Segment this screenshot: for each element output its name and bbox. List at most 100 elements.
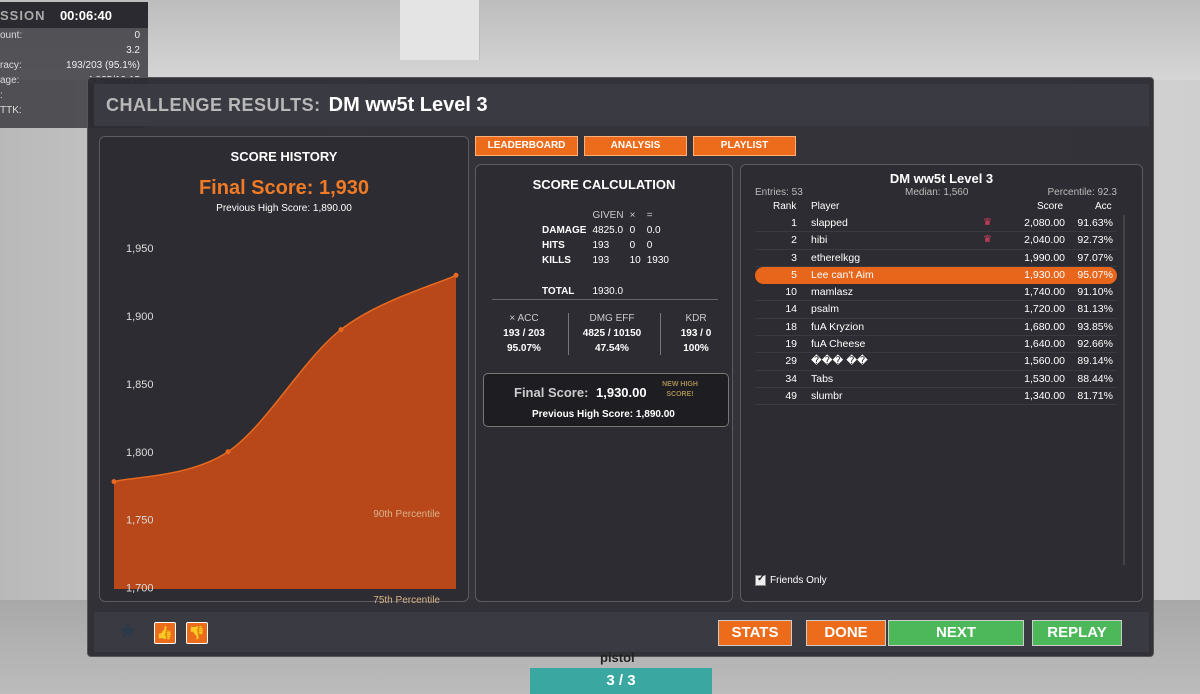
stat-kdr: KDR 193 / 0 100% (656, 313, 736, 354)
leaderboard-percentile: Percentile: 92.3 (1047, 187, 1118, 198)
replay-button[interactable]: REPLAY (1032, 620, 1122, 646)
score-calculation-panel: SCORE CALCULATION GIVEN × = DAMAGE 4825.… (475, 164, 733, 602)
session-stat-row: 3.2 (0, 43, 148, 58)
session-stat-row: racy: 193/203 (95.1%) (0, 58, 148, 73)
stat-separator (568, 313, 569, 355)
accuracy-cell: 95.07% (1077, 268, 1113, 281)
score-history-chart: 1,950 1,900 1,850 1,800 1,750 1,700 90th Perce… (111, 243, 459, 603)
leaderboard-row-current-player[interactable]: 5 Lee can't Aim 1,930.00 95.07% (755, 266, 1117, 285)
stat-percent: 47.54% (595, 343, 629, 354)
y-tick-label: 1,850 (126, 379, 154, 391)
next-button[interactable]: NEXT (888, 620, 1024, 646)
stats-button[interactable]: STATS (718, 620, 792, 646)
y-tick-label: 1,800 (126, 447, 154, 459)
rank-cell: 1 (791, 217, 797, 229)
thumbs-up-icon[interactable]: 👍 (154, 622, 176, 644)
leaderboard-row[interactable]: 34 Tabs 1,530.00 88.44% (755, 371, 1117, 388)
thumbs-down-icon[interactable]: 👎 (186, 622, 208, 644)
background-wall (0, 0, 1200, 80)
player-cell: Tabs (811, 372, 834, 385)
leaderboard-panel: DM ww5t Level 3 Entries: 53 Median: 1,56… (740, 164, 1143, 602)
session-stat-label: ount: (0, 30, 23, 41)
score-point[interactable] (338, 327, 344, 333)
leaderboard-median: Median: 1,560 (905, 187, 969, 198)
score-cell: 1,640.00 (1024, 338, 1065, 351)
leaderboard-row[interactable]: 2 hibi ♛ 2,040.00 92.73% (755, 232, 1117, 250)
rank-cell: 2 (791, 234, 797, 247)
accuracy-cell: 92.66% (1077, 338, 1113, 351)
leaderboard-row[interactable]: 19 fuA Cheese 1,640.00 92.66% (755, 336, 1117, 354)
rank-cell: 10 (785, 286, 797, 299)
friends-only-label: Friends Only (770, 575, 827, 586)
calc-row-total: TOTAL 1930.0 (540, 285, 671, 298)
ammo-counter: 3 / 3 (530, 668, 712, 694)
score-cell: 1,560.00 (1024, 355, 1065, 368)
stat-damage-efficiency: DMG EFF 4825 / 10150 47.54% (572, 313, 652, 354)
leaderboard-row[interactable]: 14 psalm 1,720.00 81.13% (755, 301, 1117, 319)
header-player: Player (811, 201, 840, 212)
accuracy-cell: 81.71% (1077, 389, 1113, 402)
leaderboard-scrollbar[interactable] (1123, 215, 1125, 565)
session-hud-header: SSION 00:06:40 (0, 2, 148, 28)
calc-divider (492, 299, 718, 300)
dialog-title-name: DM ww5t Level 3 (328, 93, 488, 116)
dialog-title-bar: CHALLENGE RESULTS: DM ww5t Level 3 (94, 84, 1149, 126)
tab-analysis[interactable]: ANALYSIS (584, 136, 687, 156)
score-calculation-title: SCORE CALCULATION (532, 177, 676, 192)
accuracy-cell: 81.13% (1077, 303, 1113, 316)
calc-row-given: 4825.0 (592, 225, 624, 236)
player-cell: psalm (811, 303, 840, 316)
leaderboard-row[interactable]: 3 etherelkgg 1,990.00 97.07% (755, 250, 1117, 267)
session-stat-value: 0 (134, 30, 140, 41)
previous-high-score: Previous High Score: 1,890.00 (216, 203, 352, 214)
favorite-star-icon[interactable]: ★ (118, 620, 138, 642)
stat-accuracy: × ACC 193 / 203 95.07% (484, 313, 564, 354)
calc-row-given: 193 (592, 240, 610, 251)
session-stat-label: racy: (0, 60, 22, 71)
leaderboard-header: Rank Player Score Acc (755, 201, 1117, 213)
weapon-name: pistol (600, 650, 635, 665)
leaderboard-row[interactable]: 29 ��� �� 1,560.00 89.14% (755, 353, 1117, 371)
calc-table: GIVEN × = DAMAGE 4825.0 0 0.0 HITS 193 0… (538, 207, 673, 300)
rank-badge-icon: ♛ (983, 234, 992, 246)
player-cell: hibi (811, 234, 828, 247)
player-cell: fuA Kryzion (811, 320, 865, 333)
score-history-panel: SCORE HISTORY Final Score: 1,930 Previou… (99, 136, 469, 603)
rank-cell: 18 (785, 320, 797, 333)
percentile-90-label: 90th Percentile (373, 509, 440, 520)
previous-high-value: 1,890.00 (635, 409, 675, 420)
header-score: Score (1037, 201, 1064, 212)
score-cell: 1,720.00 (1024, 303, 1065, 316)
final-score-heading: Final Score: 1,930 (198, 177, 370, 199)
score-point[interactable] (453, 272, 459, 278)
percentile-75-label: 75th Percentile (373, 595, 440, 603)
player-cell: ��� �� (811, 355, 868, 368)
leaderboard-row[interactable]: 10 mamlasz 1,740.00 91.10% (755, 284, 1117, 302)
score-point[interactable] (225, 449, 231, 455)
session-stat-row: ount: 0 (0, 28, 148, 43)
rank-cell: 3 (791, 251, 797, 264)
tab-playlist[interactable]: PLAYLIST (693, 136, 796, 156)
friends-only-checkbox[interactable] (755, 573, 766, 586)
friends-only-toggle[interactable]: Friends Only (755, 573, 827, 586)
tab-leaderboard[interactable]: LEADERBOARD (475, 136, 578, 156)
player-cell: slumbr (811, 389, 843, 402)
player-cell: Lee can't Aim (811, 268, 874, 281)
header-acc: Acc (1095, 201, 1112, 212)
session-stat-label: : (0, 90, 3, 101)
y-tick-label: 1,700 (126, 582, 154, 594)
leaderboard-row[interactable]: 49 slumbr 1,340.00 81.71% (755, 388, 1117, 406)
previous-high-label: Previous High Score: (532, 409, 634, 420)
player-cell: fuA Cheese (811, 338, 866, 351)
challenge-results-dialog: CHALLENGE RESULTS: DM ww5t Level 3 SCORE… (87, 77, 1154, 657)
score-point[interactable] (111, 479, 117, 485)
stat-percent: 100% (683, 343, 709, 354)
score-cell: 1,930.00 (1024, 268, 1065, 281)
stat-head: DMG EFF (589, 313, 635, 324)
calc-row-label: KILLS (542, 255, 571, 266)
leaderboard-row[interactable]: 18 fuA Kryzion 1,680.00 93.85% (755, 319, 1117, 337)
done-button[interactable]: DONE (806, 620, 886, 646)
final-score-value: 1,930.00 (596, 385, 647, 400)
leaderboard-row[interactable]: 1 slapped ♛ 2,080.00 91.63% (755, 215, 1117, 233)
session-stat-label: age: (0, 75, 20, 86)
